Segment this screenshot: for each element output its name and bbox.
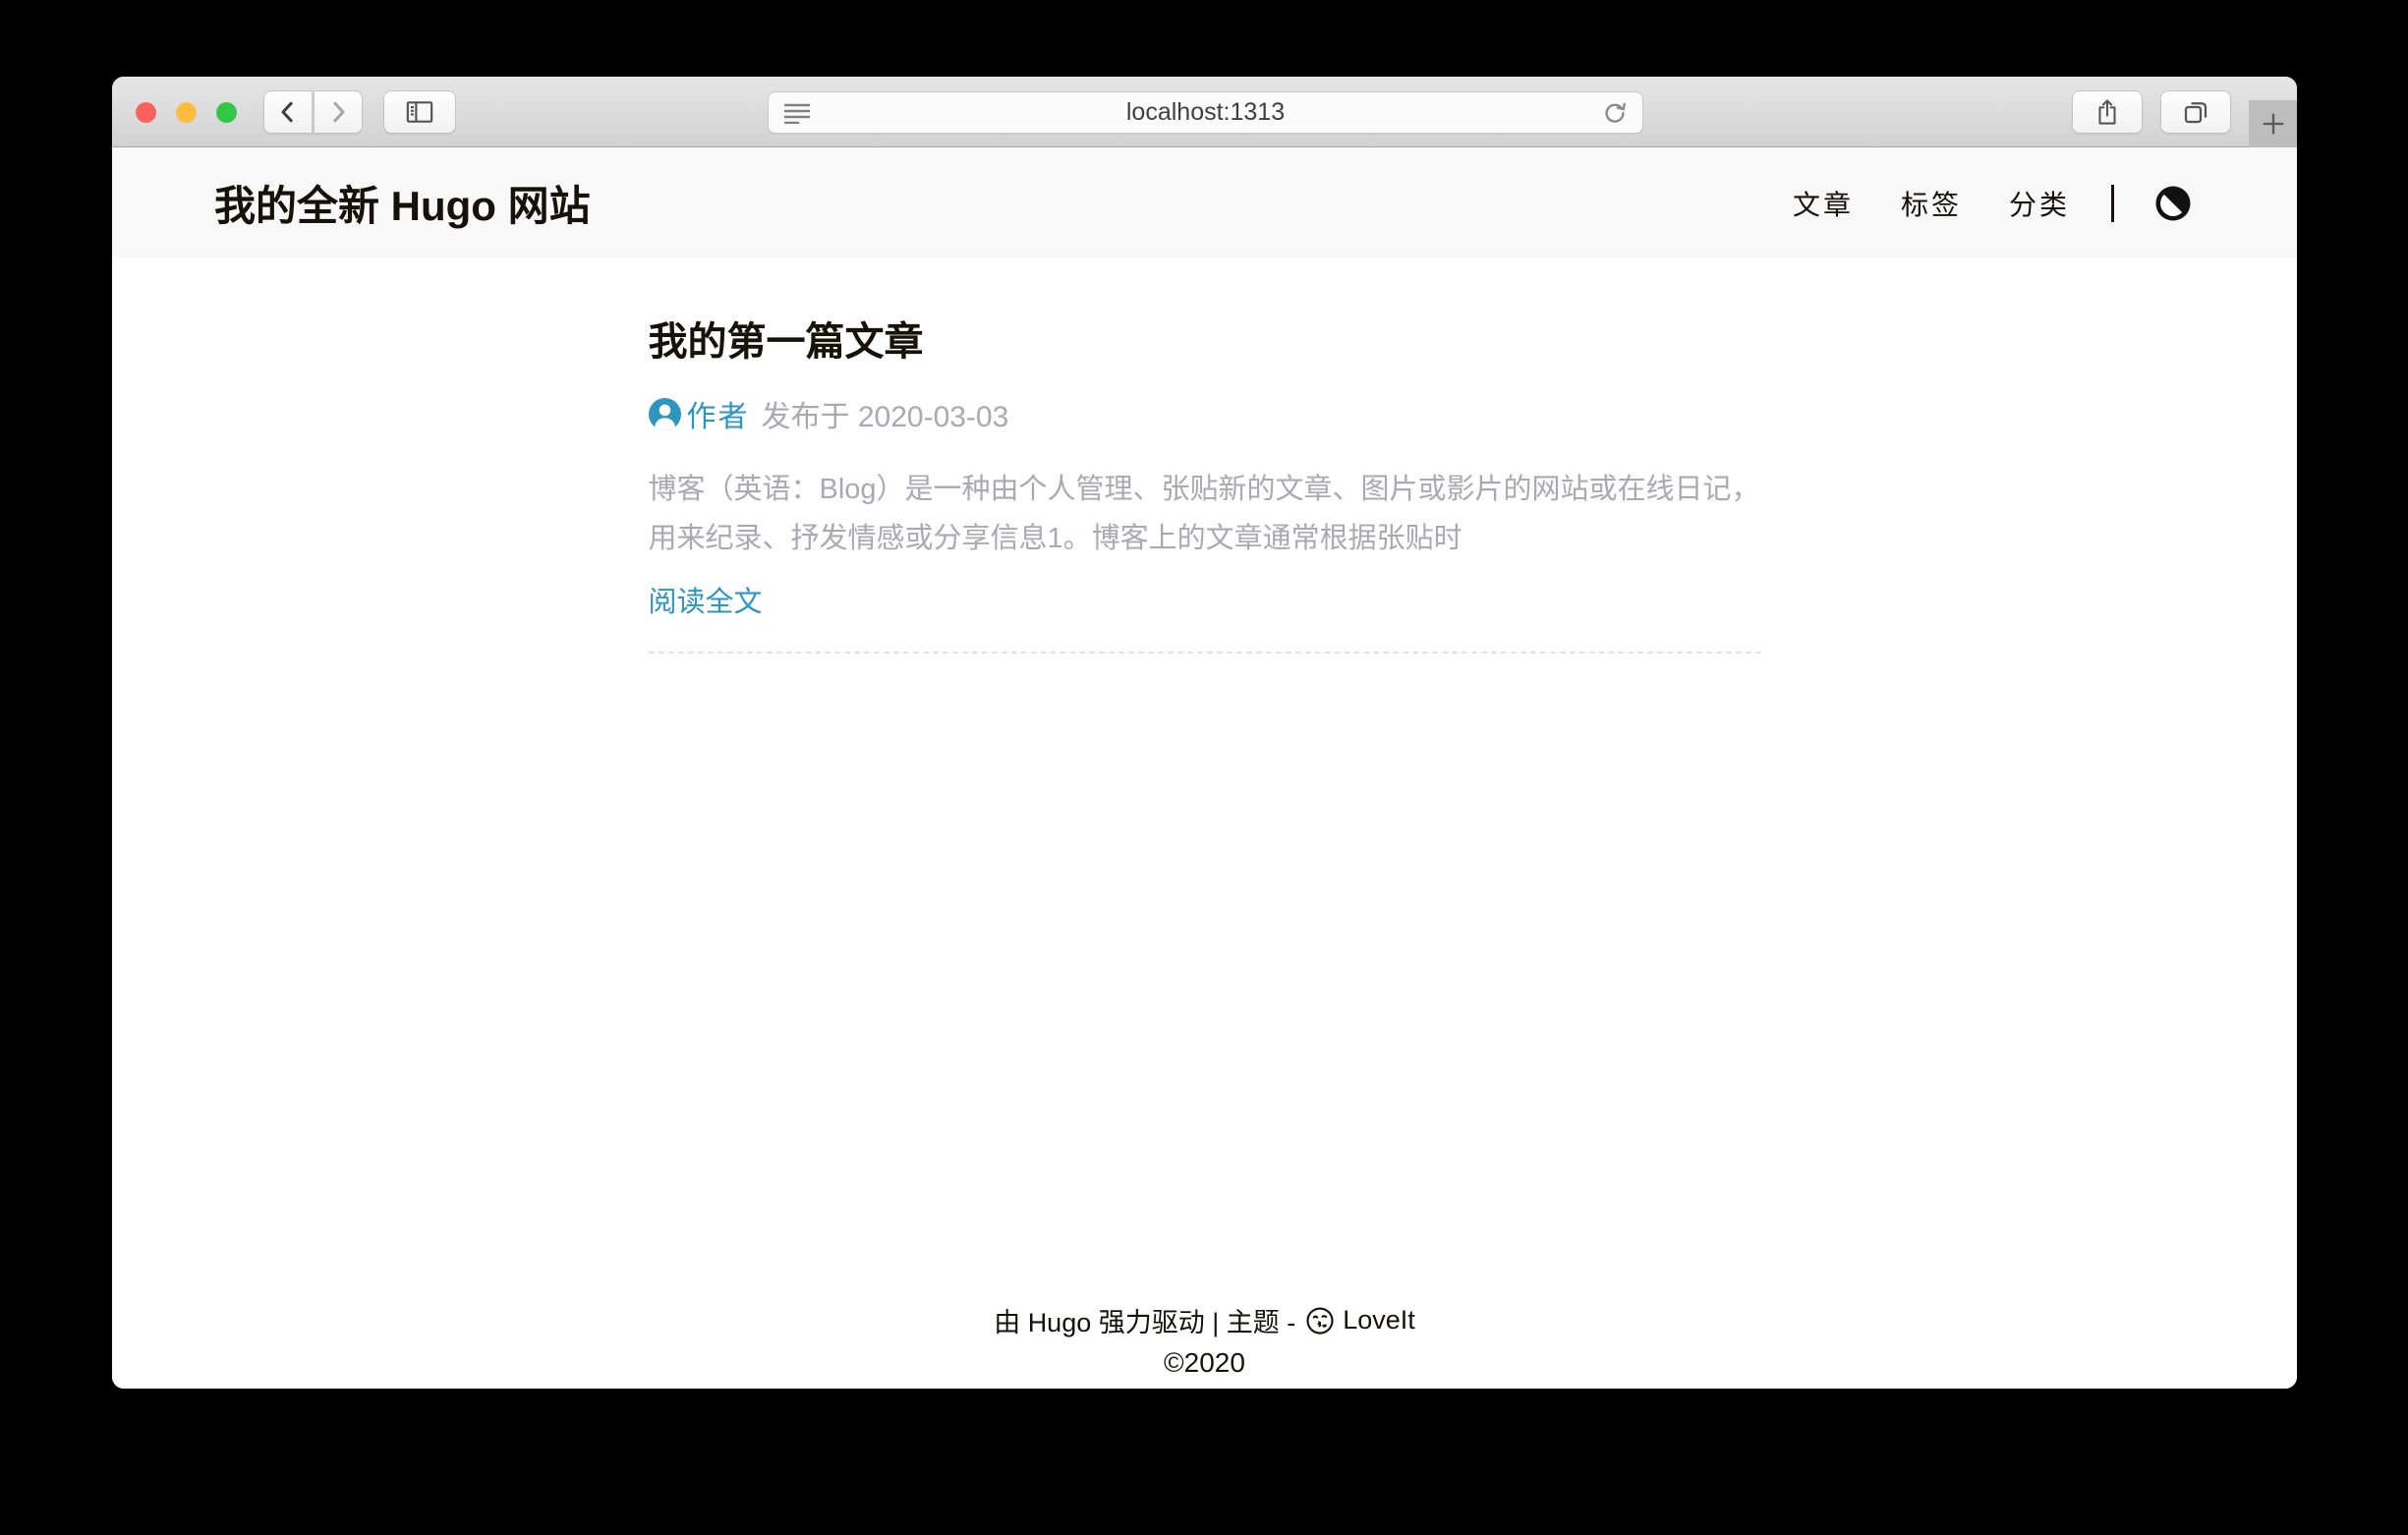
nav-divider bbox=[2111, 185, 2114, 222]
footer-copyright: ©2020 bbox=[112, 1347, 2297, 1379]
close-window-button[interactable] bbox=[136, 102, 156, 123]
zoom-window-button[interactable] bbox=[216, 102, 237, 123]
share-button[interactable] bbox=[2072, 90, 2143, 134]
refresh-icon[interactable] bbox=[1601, 99, 1629, 127]
post-summary-text: 博客（英语：Blog）是一种由个人管理、张贴新的文章、图片或影片的网站或在线日记… bbox=[649, 465, 1761, 563]
site-footer: 由 Hugo 强力驱动 | 主题 - LoveIt ©2020 bbox=[112, 1301, 2297, 1389]
author-name: 作者 bbox=[687, 392, 750, 435]
author-link[interactable]: 作者 bbox=[649, 392, 750, 435]
share-icon bbox=[2093, 97, 2121, 127]
main-content: 我的第一篇文章 作者 发布于 2020-03-03 博客（英语：Bl bbox=[112, 258, 2297, 1389]
reader-view-icon[interactable] bbox=[784, 102, 810, 124]
show-all-tabs-button[interactable] bbox=[2160, 90, 2231, 134]
browser-window: localhost:1313 bbox=[112, 77, 2297, 1389]
post-title-link[interactable]: 我的第一篇文章 bbox=[649, 310, 1761, 367]
footer-powered-text: 由 Hugo 强力驱动 | 主题 - bbox=[994, 1301, 1295, 1339]
plus-icon bbox=[2260, 110, 2287, 138]
site-nav: 文章 标签 分类 bbox=[1746, 182, 2195, 225]
chevron-right-icon bbox=[323, 97, 353, 127]
read-more-link[interactable]: 阅读全文 bbox=[649, 579, 763, 620]
post-meta: 作者 发布于 2020-03-03 bbox=[649, 392, 1761, 435]
nav-item-categories[interactable]: 分类 bbox=[2009, 184, 2070, 223]
sidebar-icon bbox=[403, 97, 436, 127]
publish-date: 发布于 2020-03-03 bbox=[762, 392, 1009, 435]
address-bar[interactable]: localhost:1313 bbox=[768, 91, 1643, 134]
forward-button[interactable] bbox=[314, 90, 363, 134]
sidebar-toggle-button[interactable] bbox=[383, 90, 456, 134]
tabs-icon bbox=[2181, 97, 2210, 127]
loveit-kiss-face-icon bbox=[1295, 1306, 1343, 1336]
browser-toolbar: localhost:1313 bbox=[112, 77, 2297, 147]
site-title-link[interactable]: 我的全新 Hugo 网站 bbox=[214, 173, 591, 233]
user-avatar-icon bbox=[649, 398, 687, 430]
theme-link[interactable]: LoveIt bbox=[1295, 1305, 1415, 1336]
new-tab-button[interactable] bbox=[2249, 100, 2297, 147]
post-summary-card: 我的第一篇文章 作者 发布于 2020-03-03 博客（英语：Bl bbox=[649, 258, 1761, 654]
back-button[interactable] bbox=[263, 90, 313, 134]
empty-space bbox=[112, 654, 2297, 1301]
chevron-left-icon bbox=[273, 97, 303, 127]
url-text[interactable]: localhost:1313 bbox=[810, 98, 1601, 127]
footer-powered-by: 由 Hugo 强力驱动 | 主题 - LoveIt bbox=[112, 1301, 2297, 1339]
theme-adjust-icon bbox=[2152, 183, 2194, 224]
minimize-window-button[interactable] bbox=[176, 102, 197, 123]
nav-item-tags[interactable]: 标签 bbox=[1901, 184, 1962, 223]
nav-item-posts[interactable]: 文章 bbox=[1793, 184, 1854, 223]
theme-name: LoveIt bbox=[1343, 1305, 1415, 1336]
theme-toggle-button[interactable] bbox=[2151, 182, 2195, 225]
site-header: 我的全新 Hugo 网站 文章 标签 分类 bbox=[112, 147, 2297, 258]
